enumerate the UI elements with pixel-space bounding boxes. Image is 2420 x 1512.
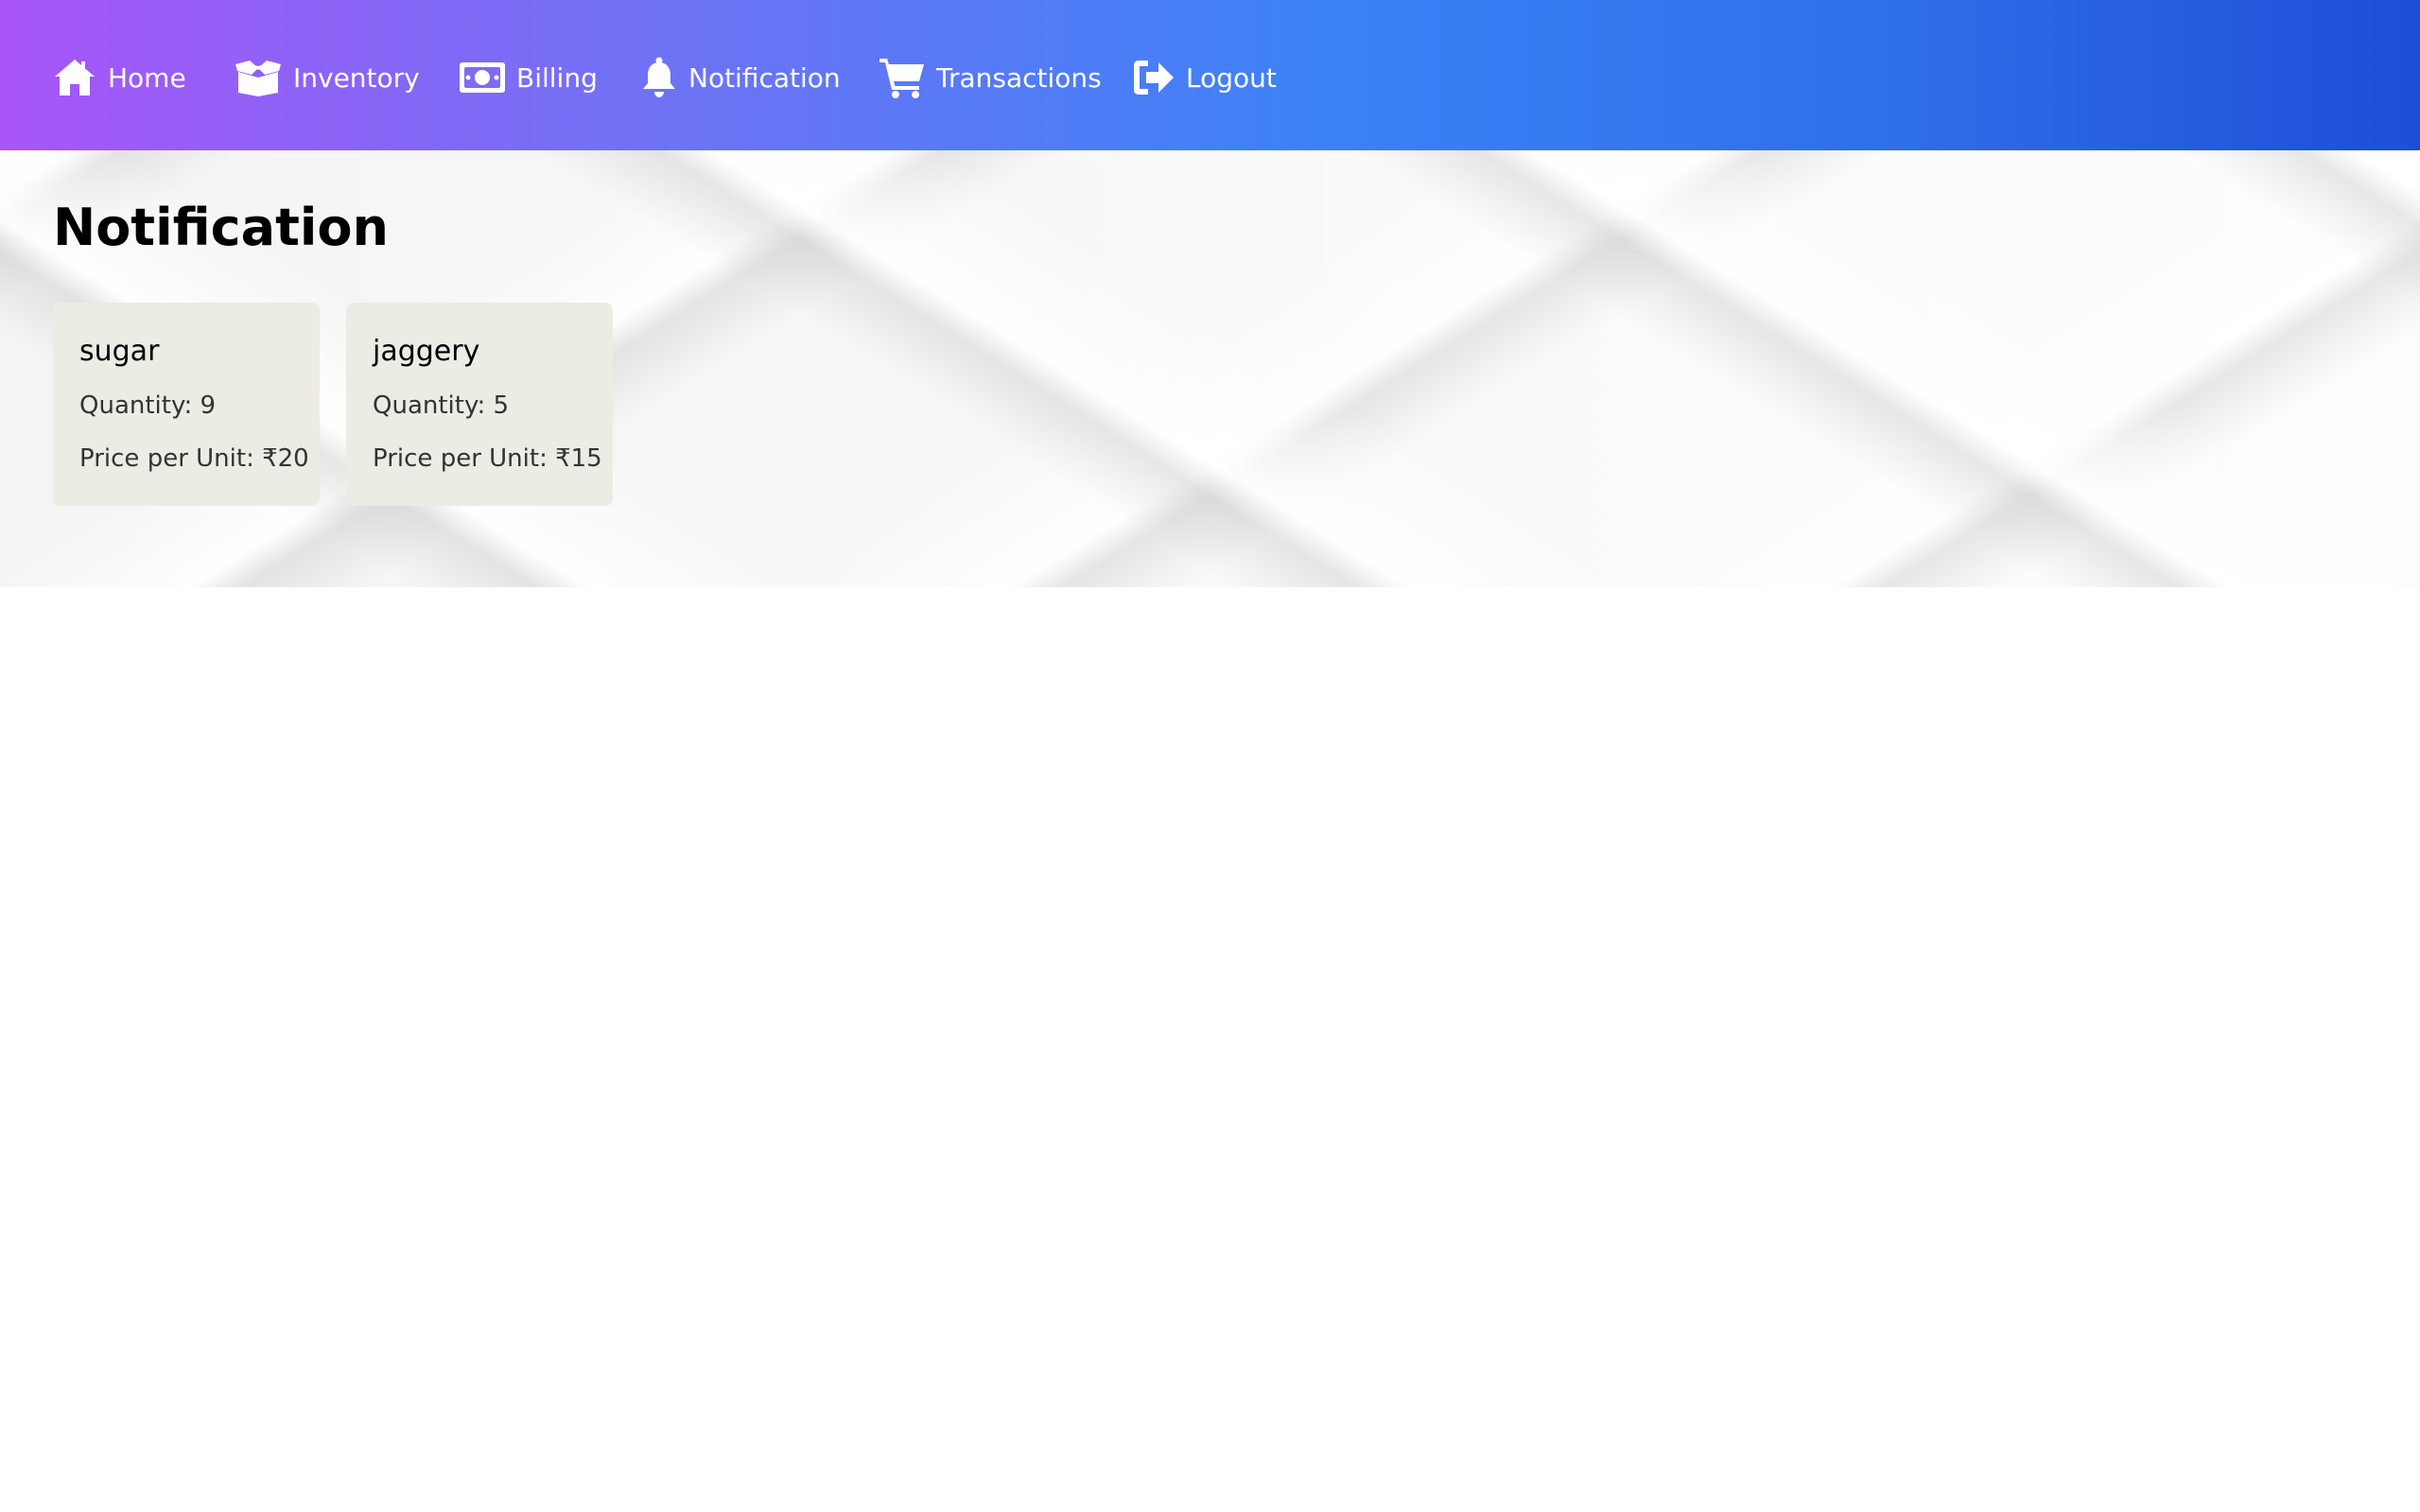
page-title: Notification — [53, 198, 389, 257]
nav-label-billing: Billing — [516, 61, 598, 94]
notification-section: Notification sugar Quantity: 9 Price per… — [0, 150, 2420, 587]
nav-label-home: Home — [108, 61, 186, 94]
nav-item-transactions[interactable]: Transactions — [879, 49, 1102, 106]
card-quantity: Quantity: 9 — [79, 391, 217, 420]
notification-card-jaggery: jaggery Quantity: 5 Price per Unit: ₹15 — [346, 303, 613, 506]
top-navbar: Home Inventory Billing Notification Tran… — [0, 0, 2420, 150]
card-item-name: jaggery — [373, 335, 480, 368]
money-bill-icon — [460, 62, 505, 93]
bell-icon — [643, 57, 675, 97]
notification-card-sugar: sugar Quantity: 9 Price per Unit: ₹20 — [53, 303, 320, 506]
nav-label-notification: Notification — [688, 61, 841, 94]
card-quantity: Quantity: 5 — [373, 391, 510, 420]
nav-label-transactions: Transactions — [936, 61, 1102, 94]
nav-item-notification[interactable]: Notification — [641, 49, 841, 106]
box-open-icon — [235, 61, 281, 96]
sign-out-icon — [1134, 61, 1174, 95]
nav-item-home[interactable]: Home — [53, 49, 186, 106]
card-price: Price per Unit: ₹15 — [373, 444, 602, 473]
nav-item-inventory[interactable]: Inventory — [235, 49, 420, 106]
nav-item-logout[interactable]: Logout — [1133, 49, 1277, 106]
card-item-name: sugar — [79, 335, 160, 368]
nav-item-billing[interactable]: Billing — [460, 49, 598, 106]
nav-list: Home Inventory Billing Notification Tran… — [0, 0, 2420, 150]
card-price: Price per Unit: ₹20 — [79, 444, 309, 473]
home-icon — [55, 60, 95, 96]
shopping-cart-icon — [879, 59, 924, 98]
nav-label-logout: Logout — [1186, 61, 1277, 94]
nav-label-inventory: Inventory — [293, 61, 420, 94]
